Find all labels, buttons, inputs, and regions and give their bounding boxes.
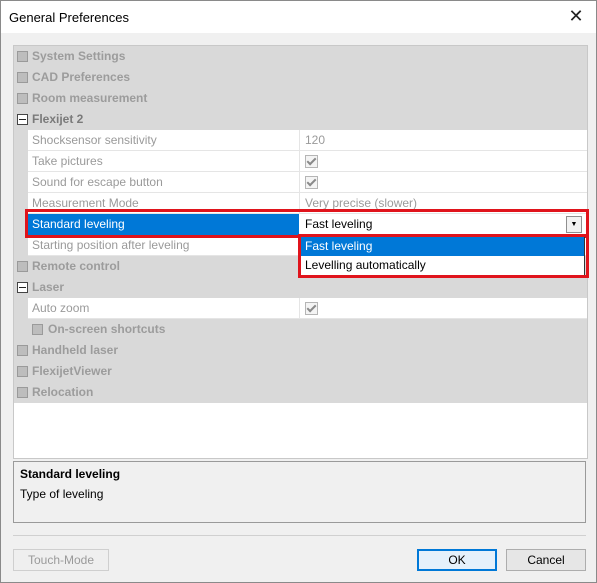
window-title: General Preferences — [9, 10, 129, 25]
category-label: Laser — [32, 280, 65, 294]
property-row-auto-zoom[interactable]: Auto zoom — [14, 298, 587, 319]
property-name: Sound for escape button — [32, 175, 163, 189]
auto-zoom-checkbox[interactable] — [305, 302, 318, 315]
property-name: Auto zoom — [32, 301, 90, 315]
row-indent — [14, 130, 28, 151]
row-indent — [14, 172, 28, 193]
category-label: FlexijetViewer — [32, 364, 112, 378]
category-flexijetviewer[interactable]: FlexijetViewer — [14, 361, 587, 382]
property-name: Starting position after leveling — [32, 238, 190, 252]
property-row-take-pictures[interactable]: Take pictures — [14, 151, 587, 172]
row-indent — [14, 319, 28, 340]
property-name: Measurement Mode — [32, 196, 139, 210]
category-label: Relocation — [32, 385, 94, 399]
category-flexijet-2[interactable]: Flexijet 2 — [14, 109, 587, 130]
category-system-settings[interactable]: System Settings — [14, 46, 587, 67]
category-label: Handheld laser — [32, 343, 119, 357]
description-text: Type of leveling — [20, 487, 104, 501]
category-relocation[interactable]: Relocation — [14, 382, 587, 403]
title-bar: General Preferences ✕ — [1, 1, 596, 33]
category-laser[interactable]: Laser — [14, 277, 587, 298]
property-row-shocksensor[interactable]: Shocksensor sensitivity 120 — [14, 130, 587, 151]
ok-button[interactable]: OK — [417, 549, 497, 571]
expand-icon[interactable] — [17, 387, 28, 398]
close-icon[interactable]: ✕ — [566, 7, 586, 27]
category-cad-preferences[interactable]: CAD Preferences — [14, 67, 587, 88]
category-label: System Settings — [32, 49, 126, 63]
category-label: CAD Preferences — [32, 70, 131, 84]
category-label: Flexijet 2 — [32, 112, 84, 126]
expand-icon[interactable] — [17, 261, 28, 272]
row-indent — [14, 151, 28, 172]
property-value: 120 — [305, 133, 326, 147]
expand-icon[interactable] — [17, 345, 28, 356]
collapse-icon[interactable] — [17, 282, 28, 293]
property-row-sound-escape[interactable]: Sound for escape button — [14, 172, 587, 193]
category-label: Remote control — [32, 259, 121, 273]
category-label: Room measurement — [32, 91, 148, 105]
footer-separator — [13, 535, 586, 536]
cancel-button[interactable]: Cancel — [506, 549, 586, 571]
expand-icon[interactable] — [17, 93, 28, 104]
column-divider — [299, 298, 300, 319]
annotation-highlight-dropdown — [298, 234, 589, 278]
expand-icon[interactable] — [17, 72, 28, 83]
column-divider — [299, 130, 300, 151]
row-indent — [14, 298, 28, 319]
column-divider — [299, 151, 300, 172]
category-label: On-screen shortcuts — [48, 322, 166, 336]
expand-icon[interactable] — [32, 324, 43, 335]
property-name: Shocksensor sensitivity — [32, 133, 157, 147]
description-title: Standard leveling — [20, 467, 121, 481]
description-panel: Standard leveling Type of leveling — [13, 461, 586, 523]
touch-mode-button[interactable]: Touch-Mode — [13, 549, 109, 571]
expand-icon[interactable] — [17, 366, 28, 377]
property-value: Very precise (slower) — [305, 196, 418, 210]
row-indent — [14, 235, 28, 256]
sound-escape-checkbox[interactable] — [305, 176, 318, 189]
category-room-measurement[interactable]: Room measurement — [14, 88, 587, 109]
expand-icon[interactable] — [17, 51, 28, 62]
property-name: Take pictures — [32, 154, 103, 168]
collapse-icon[interactable] — [17, 114, 28, 125]
general-preferences-window: General Preferences ✕ System Settings CA… — [0, 0, 597, 583]
take-pictures-checkbox[interactable] — [305, 155, 318, 168]
column-divider — [299, 172, 300, 193]
category-handheld-laser[interactable]: Handheld laser — [14, 340, 587, 361]
category-on-screen-shortcuts[interactable]: On-screen shortcuts — [14, 319, 587, 340]
